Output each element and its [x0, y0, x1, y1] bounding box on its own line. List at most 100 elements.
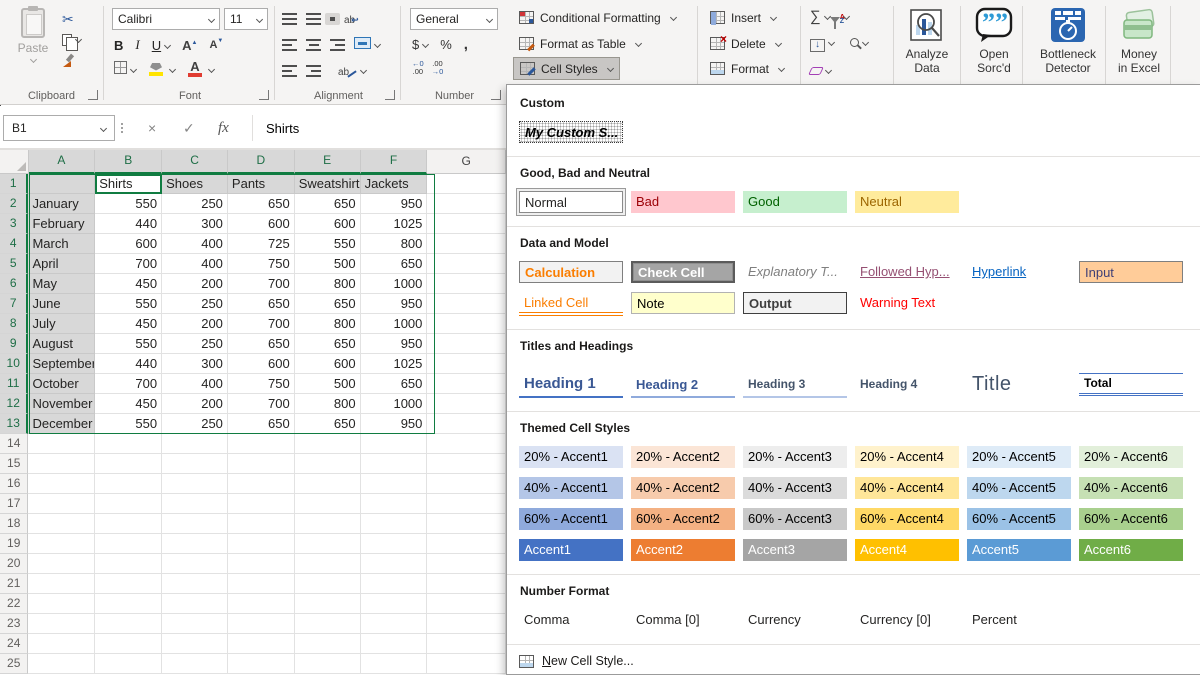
- cell-B6[interactable]: 450: [95, 274, 162, 294]
- cell-A21[interactable]: [28, 574, 95, 594]
- sort-filter-button[interactable]: AZ: [840, 8, 849, 26]
- formula-bar-grip[interactable]: [121, 122, 123, 134]
- cell-E13[interactable]: 650: [295, 414, 361, 434]
- clipboard-dialog-launcher[interactable]: [88, 90, 98, 100]
- cell-style-60-accent3[interactable]: 60% - Accent3: [743, 508, 847, 530]
- align-left-icon[interactable]: [282, 39, 297, 51]
- cell-G4[interactable]: [427, 234, 506, 254]
- cell-E21[interactable]: [295, 574, 361, 594]
- insert-function-icon[interactable]: fx: [218, 115, 229, 141]
- accounting-format-button[interactable]: $: [412, 37, 428, 52]
- cell-G11[interactable]: [427, 374, 506, 394]
- cell-B23[interactable]: [95, 614, 162, 634]
- cell-B15[interactable]: [95, 454, 162, 474]
- cell-A4[interactable]: March: [28, 234, 95, 254]
- cell-D6[interactable]: 700: [228, 274, 295, 294]
- cell-F19[interactable]: [361, 534, 428, 554]
- select-all-corner[interactable]: [0, 150, 29, 174]
- cell-D21[interactable]: [228, 574, 295, 594]
- cell-F9[interactable]: 950: [361, 334, 428, 354]
- cell-B5[interactable]: 700: [95, 254, 162, 274]
- row-header-1[interactable]: 1: [0, 174, 28, 194]
- decrease-font-button[interactable]: A▼: [209, 39, 223, 51]
- cell-A19[interactable]: [28, 534, 95, 554]
- cell-G7[interactable]: [427, 294, 506, 314]
- cut-icon[interactable]: ✂: [62, 12, 74, 26]
- bottleneck-detector-button[interactable]: Bottleneck Detector: [1032, 5, 1104, 75]
- cell-A16[interactable]: [28, 474, 95, 494]
- cell-style-40-accent1[interactable]: 40% - Accent1: [519, 477, 623, 499]
- cell-B20[interactable]: [95, 554, 162, 574]
- paste-button[interactable]: Paste: [10, 8, 56, 82]
- cell-C20[interactable]: [162, 554, 228, 574]
- cancel-icon[interactable]: ×: [148, 115, 156, 141]
- cell-G13[interactable]: [427, 414, 506, 434]
- cell-B21[interactable]: [95, 574, 162, 594]
- cell-B4[interactable]: 600: [95, 234, 162, 254]
- align-middle-icon[interactable]: [306, 13, 321, 25]
- cell-D3[interactable]: 600: [228, 214, 295, 234]
- cell-G6[interactable]: [427, 274, 506, 294]
- cell-D8[interactable]: 700: [228, 314, 295, 334]
- cell-F21[interactable]: [361, 574, 428, 594]
- cell-C10[interactable]: 300: [162, 354, 228, 374]
- cell-style-followed-hyp[interactable]: Followed Hyp...: [855, 261, 959, 283]
- cell-A9[interactable]: August: [28, 334, 95, 354]
- cell-B10[interactable]: 440: [95, 354, 162, 374]
- cell-style-check-cell[interactable]: Check Cell: [631, 261, 735, 283]
- cell-E20[interactable]: [295, 554, 361, 574]
- row-header-8[interactable]: 8: [0, 314, 28, 334]
- column-header-A[interactable]: A: [29, 150, 96, 174]
- cell-style-hyperlink[interactable]: Hyperlink: [967, 261, 1071, 283]
- cell-G12[interactable]: [427, 394, 506, 414]
- name-box[interactable]: B1: [3, 115, 115, 141]
- cell-E22[interactable]: [295, 594, 361, 614]
- row-header-25[interactable]: 25: [0, 654, 28, 674]
- cell-style-good[interactable]: Good: [743, 191, 847, 213]
- cell-F18[interactable]: [361, 514, 428, 534]
- cell-F7[interactable]: 950: [361, 294, 428, 314]
- find-select-button[interactable]: [850, 34, 868, 52]
- cell-D16[interactable]: [228, 474, 295, 494]
- cell-C12[interactable]: 200: [162, 394, 228, 414]
- cell-D24[interactable]: [228, 634, 295, 654]
- cell-B8[interactable]: 450: [95, 314, 162, 334]
- cell-F24[interactable]: [361, 634, 428, 654]
- cell-style-currency-0[interactable]: Currency [0]: [855, 609, 959, 631]
- cell-G5[interactable]: [427, 254, 506, 274]
- cell-E9[interactable]: 650: [295, 334, 361, 354]
- cell-E12[interactable]: 800: [295, 394, 361, 414]
- cell-E18[interactable]: [295, 514, 361, 534]
- cell-style-percent[interactable]: Percent: [967, 609, 1071, 631]
- cell-E14[interactable]: [295, 434, 361, 454]
- increase-indent-icon[interactable]: [306, 65, 321, 77]
- cell-style-60-accent1[interactable]: 60% - Accent1: [519, 508, 623, 530]
- align-bottom-icon[interactable]: [325, 13, 340, 25]
- align-right-icon[interactable]: [330, 39, 345, 51]
- cell-style-explanatory-t[interactable]: Explanatory T...: [743, 261, 847, 283]
- decrease-indent-icon[interactable]: [282, 65, 297, 77]
- cell-style-40-accent2[interactable]: 40% - Accent2: [631, 477, 735, 499]
- cell-C14[interactable]: [162, 434, 228, 454]
- cell-style-accent6[interactable]: Accent6: [1079, 539, 1183, 561]
- cell-C23[interactable]: [162, 614, 228, 634]
- row-header-17[interactable]: 17: [0, 494, 28, 514]
- cell-G24[interactable]: [427, 634, 506, 654]
- cell-A24[interactable]: [28, 634, 95, 654]
- cell-D13[interactable]: 650: [228, 414, 295, 434]
- conditional-formatting-button[interactable]: Conditional Formatting: [513, 6, 682, 29]
- cell-D10[interactable]: 600: [228, 354, 295, 374]
- cell-G23[interactable]: [427, 614, 506, 634]
- cell-style-total[interactable]: Total: [1079, 373, 1183, 396]
- cell-C7[interactable]: 250: [162, 294, 228, 314]
- cell-style-heading-4[interactable]: Heading 4: [855, 376, 959, 398]
- cell-F13[interactable]: 950: [361, 414, 428, 434]
- row-header-10[interactable]: 10: [0, 354, 28, 374]
- cell-A23[interactable]: [28, 614, 95, 634]
- cell-style-neutral[interactable]: Neutral: [855, 191, 959, 213]
- cell-F25[interactable]: [361, 654, 428, 674]
- cell-A11[interactable]: October: [28, 374, 95, 394]
- row-header-9[interactable]: 9: [0, 334, 28, 354]
- cell-F14[interactable]: [361, 434, 428, 454]
- cell-E24[interactable]: [295, 634, 361, 654]
